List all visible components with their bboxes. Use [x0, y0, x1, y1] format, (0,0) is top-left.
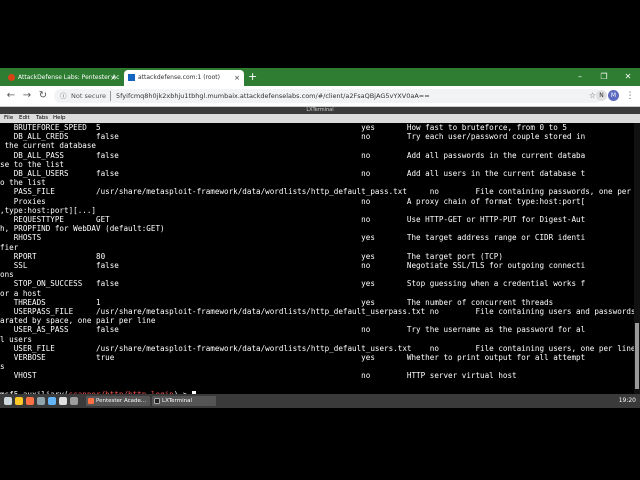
security-label: Not secure [71, 92, 107, 100]
terminal-line: SSL false no Negotiate SSL/TLS for outgo… [0, 261, 586, 270]
terminal-launcher-icon[interactable] [37, 397, 45, 405]
terminal-line: VHOST no HTTP server virtual host [0, 371, 517, 381]
tab-attackdefense-labs[interactable]: AttackDefense Labs: Pentester Ac × [4, 70, 120, 86]
terminal-scrollbar[interactable] [634, 123, 640, 394]
terminal-line: fier [0, 242, 19, 252]
terminal-line: o the list [0, 178, 46, 188]
task-label: Pentester Acade... [96, 398, 147, 404]
terminal-line: USERPASS_FILE /usr/share/metasploit-fram… [0, 307, 634, 316]
terminal-line: se to the list [0, 159, 65, 169]
terminal-line: THREADS 1 yes The number of concurrent t… [0, 297, 554, 307]
close-window-button[interactable]: ✕ [616, 68, 640, 86]
menu-tabs[interactable]: Tabs [36, 114, 48, 123]
terminal-line: REQUESTTYPE GET no Use HTTP-GET or HTTP-… [0, 215, 586, 224]
taskbar-task-browser[interactable]: Pentester Acade... [86, 396, 150, 406]
start-menu-icon[interactable] [4, 397, 12, 405]
terminal-line: DB_ALL_USERS false no Add all users in t… [0, 169, 586, 178]
desktop-icon[interactable] [48, 397, 56, 405]
terminal-line: or a host [0, 288, 42, 298]
browser-toolbar: ← → ↻ ⓘ Not secure 5fyifcmq8h0jk2xbhju1t… [0, 86, 640, 107]
tab-label: AttackDefense Labs: Pentester Ac [18, 74, 120, 81]
terminal-line: Proxies no A proxy chain of format type:… [0, 196, 586, 206]
taskbar-task-terminal[interactable]: LXTerminal [152, 396, 216, 406]
tab-close-icon[interactable]: × [110, 70, 116, 86]
url-text[interactable]: 5fyifcmq8h0jk2xbhju1tbhgl.mumbaix.attack… [116, 89, 430, 103]
taskbar-clock: 19:20 [618, 397, 636, 404]
terminal-line: DB_ALL_PASS false no Add all passwords i… [0, 150, 586, 160]
browser-window: AttackDefense Labs: Pentester Ac × attac… [0, 68, 640, 408]
terminal-line: l users [0, 334, 33, 344]
forward-button[interactable]: → [20, 89, 34, 103]
terminal-titlebar: LXTerminal [0, 107, 640, 114]
profile-avatar[interactable]: M [608, 90, 619, 101]
terminal-line: s [0, 362, 5, 372]
terminal-line: VERBOSE true yes Whether to print output… [0, 353, 586, 362]
attackdefense-favicon-icon [128, 74, 135, 81]
firefox-icon[interactable] [26, 397, 34, 405]
info-icon[interactable]: ⓘ [60, 89, 67, 103]
address-separator [110, 91, 111, 101]
workspace-icon[interactable] [59, 397, 67, 405]
terminal-line: arated by space, one pair per line [0, 316, 156, 326]
tab-label: attackdefense.com:1 (root) [138, 74, 220, 81]
terminal-line: PASS_FILE /usr/share/metasploit-framewor… [0, 187, 634, 197]
menu-file[interactable]: File [4, 114, 13, 123]
terminal-line: h, PROPFIND for WebDAV (default:GET) [0, 224, 165, 234]
reload-button[interactable]: ↻ [36, 89, 50, 103]
desktop-taskbar: Pentester Acade... LXTerminal 19:20 [0, 394, 640, 408]
terminal-line: USER_FILE /usr/share/metasploit-framewor… [0, 343, 634, 353]
tab-attackdefense-client[interactable]: attackdefense.com:1 (root) × [124, 70, 244, 86]
attackdefense-favicon-icon [8, 74, 15, 81]
tab-strip: AttackDefense Labs: Pentester Ac × attac… [0, 68, 640, 86]
extension-icon[interactable]: N [596, 90, 607, 101]
tab-close-icon[interactable]: × [234, 70, 240, 86]
terminal-line: ,type:host:port][...] [0, 205, 97, 215]
menu-edit[interactable]: Edit [19, 114, 30, 123]
menu-help[interactable]: Help [53, 114, 66, 123]
terminal-menubar: File Edit Tabs Help [0, 114, 640, 123]
back-button[interactable]: ← [4, 89, 18, 103]
terminal-line: USER_AS_PASS false no Try the username a… [0, 325, 586, 335]
address-bar[interactable]: ⓘ Not secure 5fyifcmq8h0jk2xbhju1tbhgl.m… [54, 89, 602, 103]
terminal-line: ons [0, 270, 14, 280]
terminal-line: RHOSTS yes The target address range or C… [0, 233, 586, 243]
terminal-icon [154, 398, 160, 404]
bookmark-star-icon[interactable]: ☆ [589, 89, 596, 103]
terminal-line: DB_ALL_CREDS false no Try each user/pass… [0, 132, 586, 142]
task-label: LXTerminal [162, 398, 192, 404]
terminal-line: the current database [0, 141, 97, 151]
firefox-icon [88, 398, 94, 404]
terminal-line: BRUTEFORCE_SPEED 5 yes How fast to brute… [0, 123, 567, 132]
workspace-2-icon[interactable] [70, 397, 78, 405]
remote-desktop[interactable]: LXTerminal File Edit Tabs Help BRUTEFORC… [0, 107, 640, 408]
file-manager-icon[interactable] [15, 397, 23, 405]
minimize-button[interactable]: – [568, 68, 592, 86]
terminal-output[interactable]: BRUTEFORCE_SPEED 5 yes How fast to brute… [0, 123, 634, 394]
terminal-line: RPORT 80 yes The target port (TCP) [0, 251, 503, 261]
browser-menu-icon[interactable]: ⋮ [624, 89, 636, 103]
new-tab-button[interactable]: + [248, 69, 257, 85]
maximize-button[interactable]: ❐ [592, 68, 616, 86]
scrollbar-thumb[interactable] [635, 323, 639, 389]
terminal-line: STOP_ON_SUCCESS false yes Stop guessing … [0, 279, 586, 289]
